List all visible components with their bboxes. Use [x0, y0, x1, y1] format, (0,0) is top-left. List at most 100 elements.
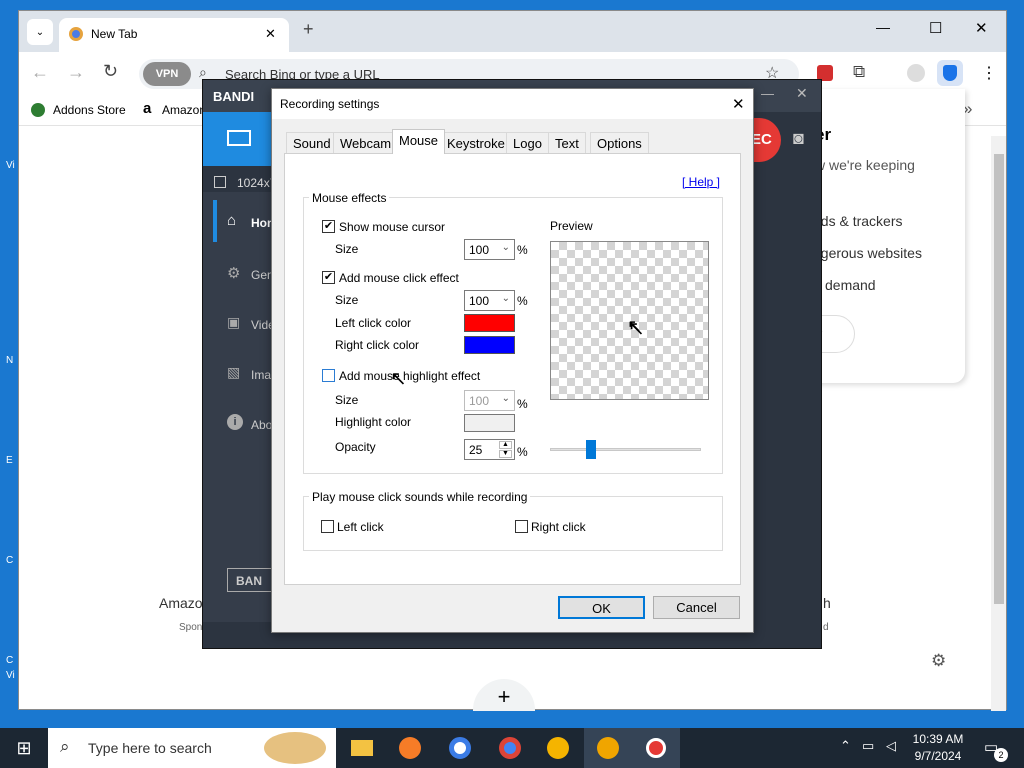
- forward-icon[interactable]: →: [67, 62, 85, 83]
- reload-icon[interactable]: ↻: [103, 61, 118, 82]
- bandicam-taskbar-icon[interactable]: [632, 728, 680, 768]
- record-button[interactable]: EC: [751, 118, 781, 162]
- show-cursor-checkbox[interactable]: ✔: [322, 220, 335, 233]
- add-shortcut-icon[interactable]: +: [473, 679, 535, 711]
- highlight-label: Add mouse highlight effect: [339, 369, 481, 383]
- taskbar-search-box[interactable]: ⌕ Type here to search: [48, 728, 336, 768]
- highlight-size-select[interactable]: 100 ⌄: [464, 390, 515, 411]
- extensions-puzzle-icon[interactable]: ⧉: [853, 62, 865, 82]
- chevron-down-icon: ⌄: [501, 393, 510, 404]
- minimize-button[interactable]: —: [876, 19, 890, 35]
- desktop-icon-label: C: [6, 555, 14, 566]
- menu-dots-icon[interactable]: ⋮: [981, 63, 997, 83]
- chromium-icon[interactable]: [436, 728, 484, 768]
- click-effect-checkbox[interactable]: ✔: [322, 271, 335, 284]
- panel-text: w we're keeping: [815, 157, 915, 173]
- highlight-checkbox[interactable]: [322, 369, 335, 382]
- vpn-badge[interactable]: VPN: [143, 62, 191, 86]
- maximize-button[interactable]: ☐: [929, 19, 942, 37]
- ok-button[interactable]: OK: [558, 596, 645, 619]
- amazon-icon: a: [143, 100, 152, 117]
- left-click-sound-checkbox[interactable]: [321, 520, 334, 533]
- cursor-size-select[interactable]: 100 ⌄: [464, 239, 515, 260]
- bookmark-amazon[interactable]: Amazon: [162, 103, 206, 117]
- spin-up-icon[interactable]: ▲: [499, 441, 512, 449]
- spin-down-icon[interactable]: ▼: [499, 450, 512, 458]
- tab-search-icon[interactable]: ⌄: [27, 19, 53, 45]
- left-click-color-swatch[interactable]: [464, 314, 515, 332]
- tab-logo[interactable]: Logo: [506, 132, 549, 153]
- opacity-slider-thumb[interactable]: [585, 440, 596, 459]
- panel-item: ngerous websites: [813, 245, 922, 261]
- mouse-tab-pane: [ Help ] Mouse effects ✔ Show mouse curs…: [284, 153, 741, 585]
- bandicam-nav: ⌂ Hon ⚙ Gen ▣ Vide ▧ Ima i Abo BAN: [203, 192, 277, 622]
- tab-text[interactable]: Text: [548, 132, 586, 153]
- new-tab-button[interactable]: +: [303, 19, 314, 40]
- nav-image[interactable]: Ima: [251, 368, 271, 382]
- firefox-icon[interactable]: [386, 728, 434, 768]
- unit-label: %: [517, 397, 528, 411]
- unit-label: %: [517, 294, 528, 308]
- bandicam-bottom-logo: BAN: [227, 568, 277, 592]
- customize-gear-icon[interactable]: ⚙: [931, 651, 946, 671]
- opacity-spinner[interactable]: 25 ▲ ▼: [464, 439, 515, 460]
- tray-chevron-icon[interactable]: ⌃: [840, 738, 851, 754]
- tab-close-icon[interactable]: ✕: [265, 26, 276, 42]
- image-icon: ▧: [227, 364, 241, 380]
- app-icon[interactable]: [534, 728, 582, 768]
- network-icon[interactable]: ▭: [862, 738, 874, 754]
- right-click-sound-label: Right click: [531, 520, 586, 534]
- page-scrollbar[interactable]: [991, 136, 1006, 711]
- about-info-icon: i: [227, 414, 243, 430]
- click-size-select[interactable]: 100 ⌄: [464, 290, 515, 311]
- file-explorer-icon[interactable]: [338, 728, 386, 768]
- vpn-browser-icon[interactable]: [584, 728, 632, 768]
- scrollbar-thumb[interactable]: [994, 154, 1004, 604]
- chrome-icon[interactable]: [486, 728, 534, 768]
- right-click-color-swatch[interactable]: [464, 336, 515, 354]
- tab-webcam[interactable]: Webcam: [333, 132, 399, 153]
- panel-item: demand: [825, 277, 876, 293]
- vpn-shield-icon[interactable]: [937, 60, 963, 86]
- chrome-logo-icon: [69, 27, 83, 41]
- taskbar-search-input[interactable]: Type here to search: [88, 740, 212, 756]
- unit-label: %: [517, 243, 528, 257]
- desktop-icon-label: N: [6, 355, 14, 366]
- tab-new-tab[interactable]: New Tab ✕: [59, 18, 289, 52]
- shortcut-label[interactable]: h: [823, 595, 831, 611]
- tab-mouse[interactable]: Mouse: [392, 129, 446, 154]
- screen-mode-button[interactable]: [203, 112, 273, 166]
- dialog-title: Recording settings: [280, 97, 380, 111]
- right-click-color-label: Right click color: [335, 338, 420, 352]
- shortcut-sublabel: Spon: [179, 622, 203, 633]
- chevron-down-icon: ⌄: [501, 242, 510, 253]
- highlight-color-swatch[interactable]: [464, 414, 515, 432]
- close-button[interactable]: ✕: [975, 19, 988, 37]
- general-gear-icon: ⚙: [227, 265, 241, 282]
- tab-sound[interactable]: Sound: [286, 132, 338, 153]
- tab-keystroke[interactable]: Keystroke: [440, 132, 512, 153]
- back-icon[interactable]: ←: [31, 62, 49, 83]
- mouse-pointer-icon: ↖: [390, 368, 407, 390]
- dialog-close-button[interactable]: ✕: [732, 95, 745, 113]
- desktop-icon-label: Vi: [6, 160, 15, 171]
- profile-avatar-icon[interactable]: [907, 64, 925, 82]
- help-link[interactable]: [ Help ]: [682, 175, 720, 189]
- tab-options[interactable]: Options: [590, 132, 649, 153]
- click-size-label: Size: [335, 293, 359, 307]
- desktop-icon-label: E: [6, 455, 13, 466]
- opacity-slider[interactable]: [550, 440, 701, 459]
- windows-start-icon[interactable]: ⊞: [0, 728, 48, 768]
- bandicam-close[interactable]: ✕: [796, 85, 808, 102]
- bookmark-addons-store[interactable]: Addons Store: [53, 103, 126, 117]
- right-click-sound-checkbox[interactable]: [515, 520, 528, 533]
- shortcut-label[interactable]: Amazo: [159, 595, 203, 611]
- volume-icon[interactable]: ◁: [886, 738, 896, 754]
- camera-icon[interactable]: ◙: [793, 128, 804, 149]
- clock-time[interactable]: 10:39 AM: [912, 732, 964, 746]
- clock-date[interactable]: 9/7/2024: [912, 749, 964, 763]
- search-icon: ⌕: [60, 737, 70, 756]
- nav-about[interactable]: Abo: [251, 418, 272, 432]
- cancel-button[interactable]: Cancel: [653, 596, 740, 619]
- bandicam-minimize[interactable]: —: [761, 86, 774, 101]
